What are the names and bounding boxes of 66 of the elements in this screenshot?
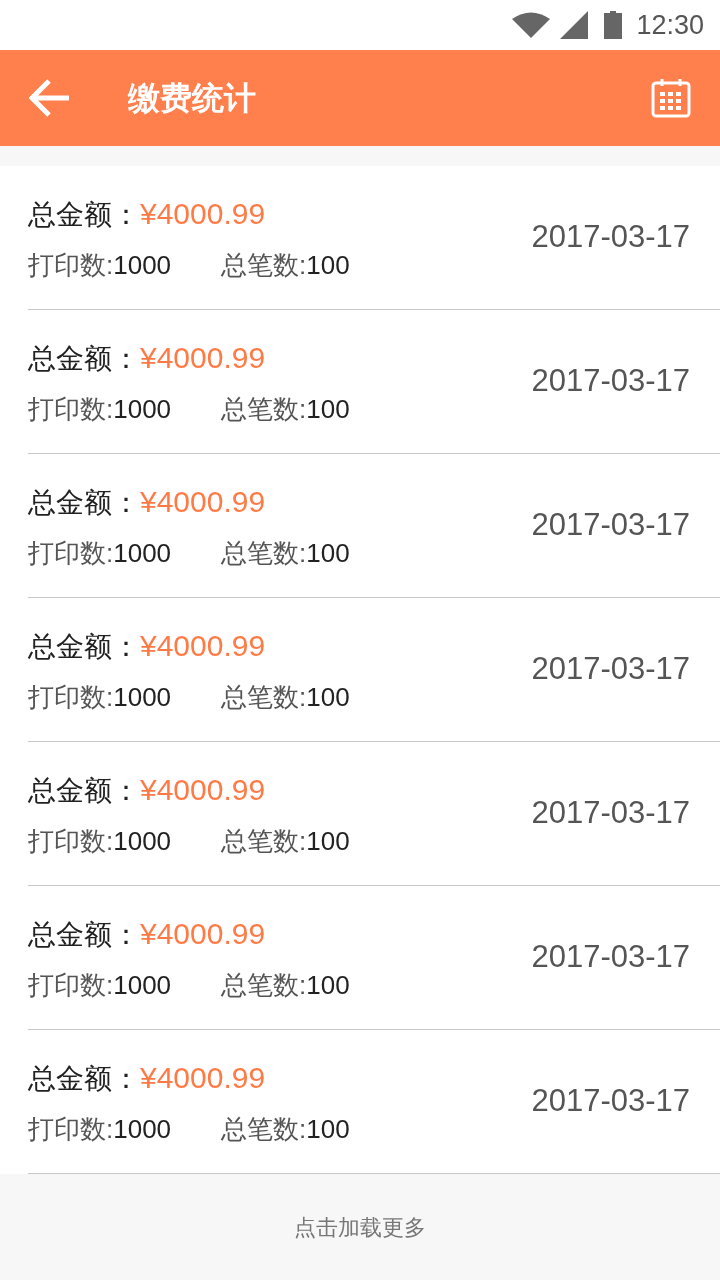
amount-label: 总金额： — [28, 485, 140, 520]
amount-label: 总金额： — [28, 773, 140, 808]
print-count-label: 打印数: — [28, 680, 114, 714]
wifi-icon — [512, 12, 551, 38]
total-count-value: 100 — [306, 1112, 350, 1146]
amount-value: ¥4000.99 — [140, 195, 266, 232]
print-count-value: 1000 — [113, 392, 172, 426]
amount-value: ¥4000.99 — [140, 339, 266, 376]
total-count-label: 总笔数: — [221, 824, 307, 858]
record-row[interactable]: 总金额：¥4000.99 打印数:1000 总笔数:100 2017-03-17 — [28, 1030, 720, 1174]
amount-label: 总金额： — [28, 341, 140, 376]
amount-value: ¥4000.99 — [140, 1059, 266, 1096]
print-count-value: 1000 — [113, 248, 172, 282]
print-count-label: 打印数: — [28, 392, 114, 426]
total-count-value: 100 — [306, 392, 350, 426]
print-count-label: 打印数: — [28, 824, 114, 858]
record-date: 2017-03-17 — [531, 1082, 690, 1121]
record-date: 2017-03-17 — [531, 938, 690, 977]
record-date: 2017-03-17 — [531, 218, 690, 257]
record-date: 2017-03-17 — [531, 362, 690, 401]
print-count-value: 1000 — [113, 680, 172, 714]
record-row[interactable]: 总金额：¥4000.99 打印数:1000 总笔数:100 2017-03-17 — [28, 598, 720, 742]
total-count-label: 总笔数: — [221, 680, 307, 714]
calendar-button[interactable] — [650, 77, 692, 119]
print-count-label: 打印数: — [28, 536, 114, 570]
amount-label: 总金额： — [28, 917, 140, 952]
total-count-label: 总笔数: — [221, 536, 307, 570]
total-count-value: 100 — [306, 248, 350, 282]
amount-label: 总金额： — [28, 629, 140, 664]
signal-icon — [560, 11, 589, 39]
battery-icon — [604, 11, 623, 39]
amount-label: 总金额： — [28, 197, 140, 232]
print-count-value: 1000 — [113, 968, 172, 1002]
print-count-label: 打印数: — [28, 1112, 114, 1146]
record-row[interactable]: 总金额：¥4000.99 打印数:1000 总笔数:100 2017-03-17 — [28, 310, 720, 454]
total-count-value: 100 — [306, 536, 350, 570]
total-count-label: 总笔数: — [221, 1112, 307, 1146]
record-row[interactable]: 总金额：¥4000.99 打印数:1000 总笔数:100 2017-03-17 — [28, 166, 720, 310]
total-count-label: 总笔数: — [221, 248, 307, 282]
record-row[interactable]: 总金额：¥4000.99 打印数:1000 总笔数:100 2017-03-17 — [28, 454, 720, 598]
record-row[interactable]: 总金额：¥4000.99 打印数:1000 总笔数:100 2017-03-17 — [28, 886, 720, 1030]
amount-value: ¥4000.99 — [140, 483, 266, 520]
back-arrow-icon — [29, 79, 69, 117]
amount-label: 总金额： — [28, 1061, 140, 1096]
calendar-icon — [651, 78, 691, 118]
print-count-value: 1000 — [113, 536, 172, 570]
print-count-value: 1000 — [113, 824, 172, 858]
print-count-label: 打印数: — [28, 248, 114, 282]
total-count-label: 总笔数: — [221, 968, 307, 1002]
record-date: 2017-03-17 — [531, 794, 690, 833]
page-title: 缴费统计 — [128, 79, 256, 118]
record-date: 2017-03-17 — [531, 506, 690, 545]
print-count-label: 打印数: — [28, 968, 114, 1002]
record-row[interactable]: 总金额：¥4000.99 打印数:1000 总笔数:100 2017-03-17 — [28, 742, 720, 886]
amount-value: ¥4000.99 — [140, 915, 266, 952]
total-count-label: 总笔数: — [221, 392, 307, 426]
amount-value: ¥4000.99 — [140, 771, 266, 808]
back-button[interactable] — [28, 77, 70, 119]
total-count-value: 100 — [306, 824, 350, 858]
load-more-button[interactable]: 点击加载更多 — [294, 1210, 426, 1244]
print-count-value: 1000 — [113, 1112, 172, 1146]
total-count-value: 100 — [306, 968, 350, 1002]
total-count-value: 100 — [306, 680, 350, 714]
status-time: 12:30 — [636, 8, 704, 42]
record-date: 2017-03-17 — [531, 650, 690, 689]
amount-value: ¥4000.99 — [140, 627, 266, 664]
